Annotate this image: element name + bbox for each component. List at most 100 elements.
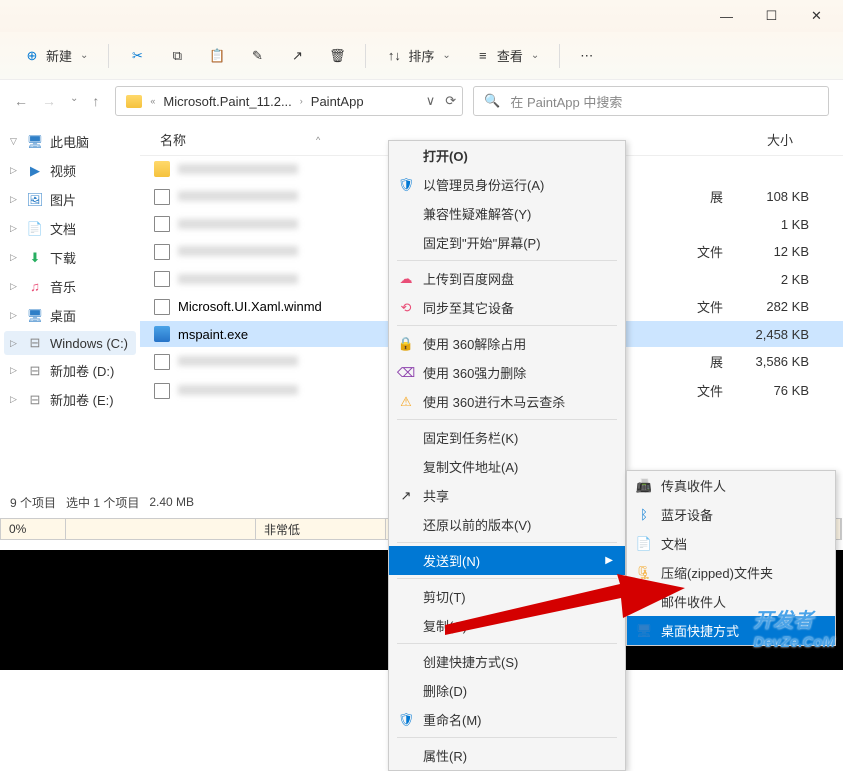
sidebar-label: 视频 bbox=[50, 161, 76, 180]
sidebar-icon: ⊟ bbox=[26, 363, 44, 379]
forward-button[interactable]: → bbox=[42, 93, 56, 109]
folder-icon bbox=[122, 93, 146, 110]
file-name bbox=[178, 217, 298, 232]
column-name[interactable]: 名称 bbox=[160, 130, 186, 149]
cut-button[interactable]: ✂ bbox=[119, 42, 155, 70]
share-button[interactable]: ↗ bbox=[279, 42, 315, 70]
menu-compat[interactable]: 兼容性疑难解答(Y) bbox=[389, 199, 625, 228]
sidebar-label: 音乐 bbox=[50, 277, 76, 296]
refresh-button[interactable]: ⟳ bbox=[445, 93, 456, 109]
chevron-right-icon: › bbox=[300, 96, 303, 106]
menu-sync[interactable]: ⟲同步至其它设备 bbox=[389, 293, 625, 322]
progress-level: 非常低 bbox=[256, 519, 386, 539]
chevron-right-icon: ▶ bbox=[605, 555, 613, 566]
sidebar-label: 此电脑 bbox=[50, 132, 89, 151]
menu-360-delete[interactable]: ⌫使用 360强力删除 bbox=[389, 358, 625, 387]
up-button[interactable]: ↑ bbox=[92, 93, 99, 109]
sendto-documents[interactable]: 📄文档 bbox=[627, 529, 835, 558]
path-segment[interactable]: PaintApp bbox=[307, 92, 368, 111]
chevron-icon: ▷ bbox=[10, 281, 20, 292]
menu-share[interactable]: ↗共享 bbox=[389, 481, 625, 510]
new-button[interactable]: ⊕ 新建 ⌄ bbox=[14, 40, 98, 71]
file-ext: 展 bbox=[663, 187, 733, 206]
sort-label: 排序 bbox=[408, 46, 434, 65]
menu-rename[interactable]: 🛡重命名(M) bbox=[389, 705, 625, 734]
separator bbox=[108, 44, 109, 68]
sidebar-item[interactable]: ▷⊟新加卷 (D:) bbox=[4, 357, 136, 384]
addressbar: ← → ⌄ ↑ « Microsoft.Paint_11.2... › Pain… bbox=[0, 80, 843, 122]
sidebar-item[interactable]: ▷⊟Windows (C:) bbox=[4, 331, 136, 355]
file-name bbox=[178, 272, 298, 287]
menu-previous-versions[interactable]: 还原以前的版本(V) bbox=[389, 510, 625, 539]
file-size: 108 KB bbox=[733, 189, 833, 204]
sidebar-icon: 🖼 bbox=[26, 192, 44, 208]
share-icon: ↗ bbox=[397, 488, 415, 504]
menu-properties[interactable]: 属性(R) bbox=[389, 741, 625, 770]
menu-360-scan[interactable]: ⚠使用 360进行木马云查杀 bbox=[389, 387, 625, 416]
path-chev-icon: « bbox=[150, 96, 155, 106]
sidebar-label: 下载 bbox=[50, 248, 76, 267]
column-size[interactable]: 大小 bbox=[703, 130, 833, 149]
sort-button[interactable]: ↑↓ 排序 ⌄ bbox=[376, 40, 460, 71]
file-ext: 展 bbox=[663, 352, 733, 371]
sidebar-item[interactable]: ▷⊟新加卷 (E:) bbox=[4, 386, 136, 413]
selection-size: 2.40 MB bbox=[149, 495, 194, 509]
menu-copy-path[interactable]: 复制文件地址(A) bbox=[389, 452, 625, 481]
menu-delete[interactable]: 删除(D) bbox=[389, 676, 625, 705]
sendto-bluetooth[interactable]: ᛒ蓝牙设备 bbox=[627, 500, 835, 529]
toolbar: ⊕ 新建 ⌄ ✂ ⧉ 📋 ✎ ↗ 🗑 ↑↓ 排序 ⌄ ≡ 查看 ⌄ ⋯ bbox=[0, 32, 843, 80]
file-icon bbox=[154, 244, 170, 260]
maximize-button[interactable]: ☐ bbox=[749, 0, 794, 32]
cloud-icon: ☁ bbox=[397, 271, 415, 287]
shredder-icon: ⌫ bbox=[397, 365, 415, 381]
path-input[interactable]: « Microsoft.Paint_11.2... › PaintApp ∨ ⟳ bbox=[115, 86, 463, 116]
path-dropdown-icon[interactable]: ∨ bbox=[426, 93, 436, 109]
sidebar-icon: 🖥 bbox=[26, 308, 44, 324]
sidebar-item[interactable]: ▷▶视频 bbox=[4, 157, 136, 184]
file-size: 76 KB bbox=[733, 383, 833, 398]
menu-run-admin[interactable]: 🛡以管理员身份运行(A) bbox=[389, 170, 625, 199]
sidebar-item[interactable]: ▷🖼图片 bbox=[4, 186, 136, 213]
file-size: 2,458 KB bbox=[733, 327, 833, 342]
copy-button[interactable]: ⧉ bbox=[159, 42, 195, 70]
separator bbox=[365, 44, 366, 68]
sidebar-item[interactable]: ▷♫音乐 bbox=[4, 273, 136, 300]
menu-pin-taskbar[interactable]: 固定到任务栏(K) bbox=[389, 423, 625, 452]
menu-baidu-upload[interactable]: ☁上传到百度网盘 bbox=[389, 264, 625, 293]
menu-360-unblock[interactable]: 🔒使用 360解除占用 bbox=[389, 329, 625, 358]
chevron-down-icon[interactable]: ⌄ bbox=[70, 93, 78, 109]
rename-icon: ✎ bbox=[249, 48, 265, 64]
chevron-icon: ▷ bbox=[10, 194, 20, 205]
sidebar-label: 新加卷 (D:) bbox=[50, 361, 114, 380]
view-button[interactable]: ≡ 查看 ⌄ bbox=[465, 40, 549, 71]
file-name bbox=[178, 189, 298, 204]
back-button[interactable]: ← bbox=[14, 93, 28, 109]
sidebar-icon: 📄 bbox=[26, 221, 44, 237]
minimize-button[interactable]: — bbox=[704, 0, 749, 32]
file-size: 3,586 KB bbox=[733, 354, 833, 369]
path-segment[interactable]: Microsoft.Paint_11.2... bbox=[159, 92, 295, 111]
sidebar-label: Windows (C:) bbox=[50, 336, 128, 351]
sync-icon: ⟲ bbox=[397, 300, 415, 316]
fax-icon: 📠 bbox=[635, 478, 653, 494]
file-name bbox=[178, 244, 298, 259]
menu-open[interactable]: 打开(O) bbox=[389, 141, 625, 170]
documents-icon: 📄 bbox=[635, 536, 653, 552]
sidebar-item[interactable]: ▷📄文档 bbox=[4, 215, 136, 242]
chevron-down-icon: ⌄ bbox=[442, 50, 450, 61]
sendto-fax[interactable]: 📠传真收件人 bbox=[627, 471, 835, 500]
sidebar-icon: ⊟ bbox=[26, 335, 44, 351]
rename-button[interactable]: ✎ bbox=[239, 42, 275, 70]
paste-button[interactable]: 📋 bbox=[199, 42, 235, 70]
close-button[interactable]: ✕ bbox=[794, 0, 839, 32]
sidebar-item[interactable]: ▽🖥此电脑 bbox=[4, 128, 136, 155]
menu-pin-start[interactable]: 固定到"开始"屏幕(P) bbox=[389, 228, 625, 257]
menu-create-shortcut[interactable]: 创建快捷方式(S) bbox=[389, 647, 625, 676]
more-button[interactable]: ⋯ bbox=[570, 42, 603, 70]
delete-button[interactable]: 🗑 bbox=[319, 42, 355, 70]
search-input[interactable]: 🔍 在 PaintApp 中搜索 bbox=[473, 86, 829, 116]
sidebar-item[interactable]: ▷⬇下载 bbox=[4, 244, 136, 271]
chevron-down-icon: ⌄ bbox=[531, 50, 539, 61]
file-name bbox=[178, 383, 298, 398]
sidebar-item[interactable]: ▷🖥桌面 bbox=[4, 302, 136, 329]
